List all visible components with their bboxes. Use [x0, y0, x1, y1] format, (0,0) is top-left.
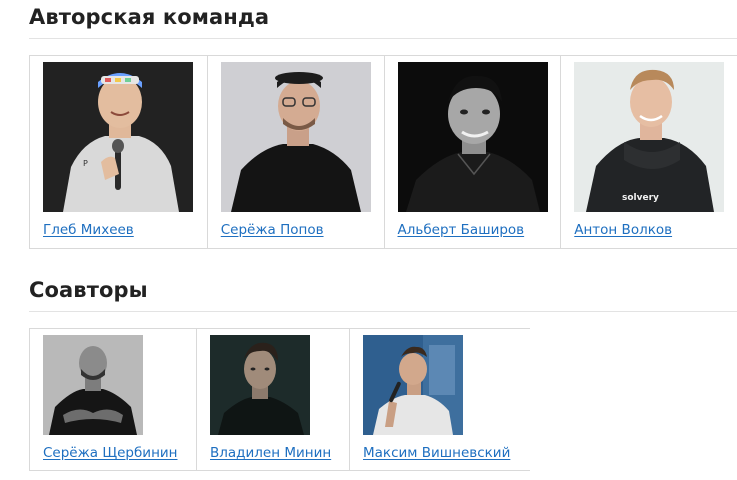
team-member-name-1[interactable]: Глеб Михеев	[43, 222, 134, 238]
team-member-name-4[interactable]: Антон Волков	[574, 222, 672, 238]
team-heading-divider	[29, 38, 737, 39]
portrait-image: P	[43, 62, 193, 212]
coauthor-name-1[interactable]: Серёжа Щербинин	[43, 445, 178, 461]
team-photo-1[interactable]: P	[43, 62, 193, 212]
team-photo-3[interactable]	[397, 62, 548, 212]
team-photo-4[interactable]: solvery	[574, 62, 725, 212]
team-member-name-2[interactable]: Серёжа Попов	[221, 222, 324, 238]
team-card-1[interactable]: P Глеб Михеев	[30, 56, 208, 248]
authors-page: Авторская команда P Глеб Михеев Серёжа П…	[0, 0, 737, 480]
shirt-logo: solvery	[622, 193, 659, 203]
svg-text:P: P	[83, 159, 88, 168]
coauthors-grid: Серёжа Щербинин Владилен Минин Максим Ви…	[29, 328, 530, 471]
coauthor-card-1[interactable]: Серёжа Щербинин	[30, 329, 197, 470]
coauthor-photo-2[interactable]	[210, 335, 310, 435]
team-card-2[interactable]: Серёжа Попов	[208, 56, 385, 248]
team-member-name-3[interactable]: Альберт Баширов	[398, 222, 525, 238]
coauthors-heading: Соавторы	[29, 278, 148, 302]
team-card-3[interactable]: Альберт Баширов	[385, 56, 562, 248]
coauthor-name-3[interactable]: Максим Вишневский	[363, 445, 510, 461]
portrait-image	[220, 62, 371, 212]
team-card-4[interactable]: solvery Антон Волков	[561, 56, 737, 248]
portrait-image	[210, 335, 310, 435]
team-grid: P Глеб Михеев Серёжа Попов Альберт Башир…	[29, 55, 737, 249]
coauthor-card-2[interactable]: Владилен Минин	[197, 329, 350, 470]
portrait-image: solvery	[574, 62, 725, 212]
portrait-image	[43, 335, 143, 435]
coauthor-photo-3[interactable]	[363, 335, 463, 435]
coauthor-photo-1[interactable]	[43, 335, 143, 435]
coauthor-card-3[interactable]: Максим Вишневский	[350, 329, 530, 470]
portrait-image	[397, 62, 548, 212]
coauthors-heading-divider	[29, 311, 737, 312]
portrait-image	[363, 335, 463, 435]
team-photo-2[interactable]	[220, 62, 371, 212]
coauthor-name-2[interactable]: Владилен Минин	[210, 445, 331, 461]
team-heading: Авторская команда	[29, 5, 270, 29]
